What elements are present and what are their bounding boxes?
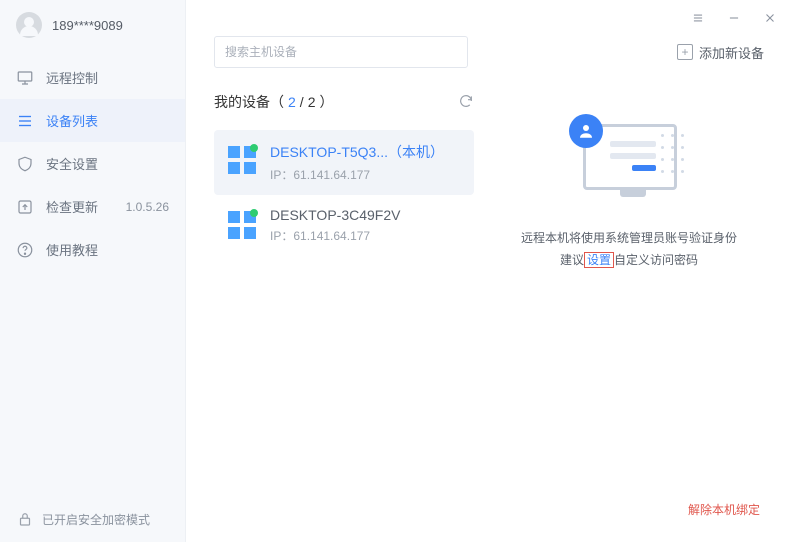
user-badge-icon [569, 114, 603, 148]
sidebar-item-update[interactable]: 检查更新 1.0.5.26 [0, 185, 185, 228]
sidebar-item-device-list[interactable]: 设备列表 [0, 99, 185, 142]
sidebar-item-label: 远程控制 [46, 68, 98, 87]
footer-text: 已开启安全加密模式 [42, 511, 150, 528]
device-count-total: 2 [308, 94, 316, 110]
device-item[interactable]: DESKTOP-3C49F2V IP：61.141.64.177 [214, 195, 474, 256]
user-row[interactable]: 189****9089 [0, 0, 185, 52]
lock-icon [16, 510, 34, 528]
search-input[interactable] [225, 45, 457, 59]
device-ip: IP：61.141.64.177 [270, 227, 460, 244]
device-count-shown: 2 [288, 94, 296, 110]
nav: 远程控制 设备列表 安全设置 检查更新 1.0.5.26 使用教程 [0, 52, 185, 271]
help-icon [16, 241, 34, 259]
sidebar-item-remote-control[interactable]: 远程控制 [0, 56, 185, 99]
menu-button[interactable] [688, 8, 708, 28]
plus-icon: + [677, 44, 693, 60]
unlink-button[interactable]: 解除本机绑定 [688, 501, 764, 518]
status-online-icon [250, 144, 258, 152]
user-name: 189****9089 [52, 18, 123, 33]
windows-icon [228, 211, 256, 239]
detail-line1: 远程本机将使用系统管理员账号验证身份 [521, 228, 737, 250]
add-device-label: 添加新设备 [699, 43, 764, 62]
detail-line2: 建议设置自定义访问密码 [521, 250, 737, 272]
window-controls [186, 0, 792, 28]
settings-link[interactable]: 设置 [584, 252, 614, 268]
sidebar-item-tutorial[interactable]: 使用教程 [0, 228, 185, 271]
top-bar: + 添加新设备 [186, 28, 792, 68]
list-icon [16, 112, 34, 130]
search-box[interactable] [214, 36, 468, 68]
illustration [569, 114, 689, 206]
version-text: 1.0.5.26 [126, 200, 169, 214]
device-list: 我的设备（2/2） DESKTOP-T5Q3...（本机） IP：61.141.… [214, 92, 474, 542]
windows-icon [228, 146, 256, 174]
device-name: DESKTOP-3C49F2V [270, 207, 460, 223]
content: 我的设备（2/2） DESKTOP-T5Q3...（本机） IP：61.141.… [186, 68, 792, 542]
shield-icon [16, 155, 34, 173]
sidebar-footer: 已开启安全加密模式 [0, 496, 185, 542]
avatar-icon [16, 12, 42, 38]
close-button[interactable] [760, 8, 780, 28]
device-name: DESKTOP-T5Q3...（本机） [270, 142, 460, 162]
status-online-icon [250, 209, 258, 217]
device-list-header: 我的设备（2/2） [214, 92, 474, 112]
sidebar: 189****9089 远程控制 设备列表 安全设置 检查更新 1.0.5 [0, 0, 186, 542]
device-detail: 远程本机将使用系统管理员账号验证身份 建议设置自定义访问密码 解除本机绑定 [494, 92, 764, 542]
sidebar-item-security[interactable]: 安全设置 [0, 142, 185, 185]
main: + 添加新设备 我的设备（2/2） DESKTOP-T5Q3...（本机） IP… [186, 0, 792, 542]
device-item[interactable]: DESKTOP-T5Q3...（本机） IP：61.141.64.177 [214, 130, 474, 195]
upload-icon [16, 198, 34, 216]
sidebar-item-label: 使用教程 [46, 240, 98, 259]
sidebar-item-label: 设备列表 [46, 111, 98, 130]
sidebar-item-label: 安全设置 [46, 154, 98, 173]
refresh-button[interactable] [458, 93, 474, 112]
device-ip: IP：61.141.64.177 [270, 166, 460, 183]
monitor-icon [16, 69, 34, 87]
detail-text: 远程本机将使用系统管理员账号验证身份 建议设置自定义访问密码 [521, 228, 737, 271]
minimize-button[interactable] [724, 8, 744, 28]
sidebar-item-label: 检查更新 [46, 197, 98, 216]
add-device-button[interactable]: + 添加新设备 [677, 43, 764, 62]
